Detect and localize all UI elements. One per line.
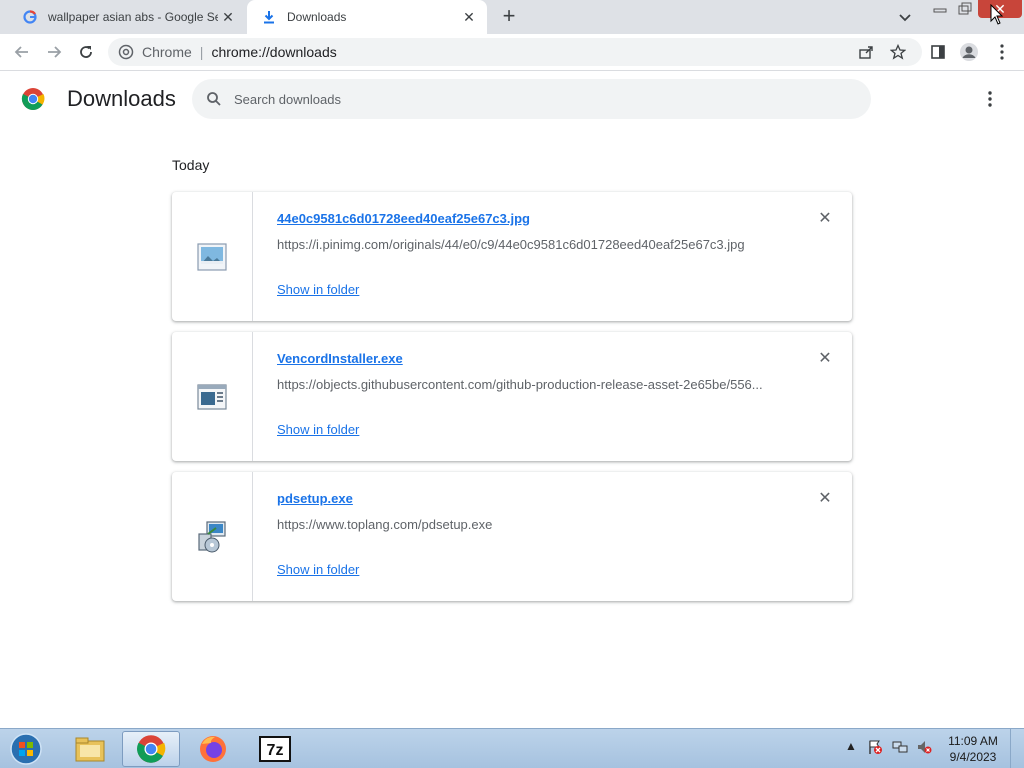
show-in-folder-link[interactable]: Show in folder [277, 422, 359, 437]
file-name-link[interactable]: 44e0c9581c6d01728eed40eaf25e67c3.jpg [277, 211, 530, 226]
chrome-menu-icon[interactable] [992, 42, 1012, 62]
new-tab-button[interactable]: + [498, 5, 520, 28]
bookmark-star-icon[interactable] [890, 44, 906, 60]
more-actions-icon[interactable] [980, 89, 1000, 109]
tab-close-icon[interactable]: ✕ [461, 9, 477, 25]
forward-button[interactable] [44, 42, 64, 62]
tab-search-chevron-icon[interactable] [896, 8, 914, 26]
remove-item-icon[interactable]: ✕ [817, 351, 833, 367]
tab-title: wallpaper asian abs - Google Sea [48, 10, 218, 24]
share-icon[interactable] [858, 44, 874, 60]
taskbar-chrome[interactable] [122, 731, 180, 767]
profile-avatar-icon[interactable] [959, 42, 979, 62]
taskbar-firefox[interactable] [184, 731, 242, 767]
search-icon [207, 92, 221, 106]
clock-time: 11:09 AM [948, 734, 998, 748]
google-g-icon [22, 9, 38, 25]
download-icon [261, 9, 277, 25]
svg-text:7z: 7z [267, 742, 284, 759]
remove-item-icon[interactable]: ✕ [817, 491, 833, 507]
action-center-flag-icon[interactable] [866, 739, 884, 757]
firefox-icon [200, 736, 226, 762]
file-name-link[interactable]: VencordInstaller.exe [277, 351, 403, 366]
taskbar-file-explorer[interactable] [61, 731, 119, 767]
7zip-icon: 7z [259, 736, 291, 762]
tab-title: Downloads [287, 10, 347, 24]
download-item: pdsetup.exe https://www.toplang.com/pdse… [172, 472, 852, 601]
file-source-url[interactable]: https://objects.githubusercontent.com/gi… [277, 377, 777, 392]
exe-file-icon [197, 383, 227, 410]
show-in-folder-link[interactable]: Show in folder [277, 562, 359, 577]
page-title: Downloads [67, 86, 176, 111]
show-hidden-icons-icon[interactable]: ▲ [842, 739, 860, 757]
divider: | [199, 44, 204, 60]
taskbar: 7z ▲ 11:09 AM 9/4/2023 [0, 728, 1024, 768]
file-icon-column [172, 472, 253, 601]
date-section-label: Today [172, 157, 210, 173]
file-source-url[interactable]: https://i.pinimg.com/originals/44/e0/c9/… [277, 237, 777, 252]
file-source-url[interactable]: https://www.toplang.com/pdsetup.exe [277, 517, 777, 532]
network-icon[interactable] [891, 739, 909, 757]
back-button[interactable] [12, 42, 32, 62]
search-input[interactable] [234, 91, 834, 107]
minimize-button[interactable] [928, 0, 952, 18]
show-in-folder-link[interactable]: Show in folder [277, 282, 359, 297]
restore-button[interactable] [953, 0, 977, 18]
file-icon-column [172, 192, 253, 321]
chrome-logo-icon [21, 87, 45, 111]
download-item: 44e0c9581c6d01728eed40eaf25e67c3.jpg htt… [172, 192, 852, 321]
remove-item-icon[interactable]: ✕ [817, 211, 833, 227]
tab-google-search[interactable]: wallpaper asian abs - Google Sea ✕ [8, 0, 246, 34]
url-text[interactable]: chrome://downloads [211, 44, 336, 60]
chrome-icon [137, 735, 166, 763]
search-downloads-field[interactable] [192, 79, 871, 119]
download-item: VencordInstaller.exe https://objects.git… [172, 332, 852, 461]
taskbar-7zip[interactable]: 7z [246, 731, 304, 767]
origin-label: Chrome [142, 44, 192, 60]
show-desktop-button[interactable] [1010, 729, 1024, 768]
image-file-icon [197, 242, 227, 271]
side-panel-icon[interactable] [928, 42, 948, 62]
address-bar[interactable]: Chrome | chrome://downloads [108, 38, 922, 66]
chrome-secure-icon [118, 44, 134, 60]
clock-date: 9/4/2023 [949, 750, 997, 764]
mouse-cursor-icon [990, 3, 1004, 31]
tab-downloads[interactable]: Downloads ✕ [247, 0, 487, 34]
reload-button[interactable] [76, 42, 96, 62]
file-explorer-icon [75, 737, 105, 762]
file-icon-column [172, 332, 253, 461]
tab-close-icon[interactable]: ✕ [220, 9, 236, 25]
system-clock[interactable]: 11:09 AM 9/4/2023 [940, 733, 1006, 765]
tab-strip: wallpaper asian abs - Google Sea ✕ Downl… [0, 0, 1024, 34]
volume-muted-icon[interactable] [915, 739, 933, 757]
start-button[interactable] [6, 732, 46, 766]
file-name-link[interactable]: pdsetup.exe [277, 491, 353, 506]
installer-icon [198, 520, 226, 552]
